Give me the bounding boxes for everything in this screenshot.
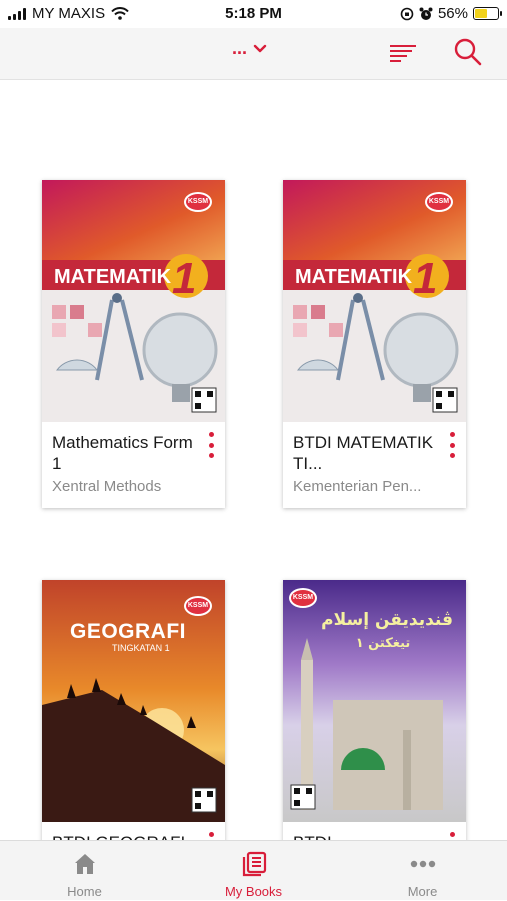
cover-title: MATEMATIK xyxy=(295,266,413,288)
alarm-icon xyxy=(419,7,433,20)
book-info: BTDI GEOGRAFI xyxy=(42,822,225,840)
kebab-menu-icon[interactable] xyxy=(207,832,215,840)
battery-icon xyxy=(473,7,502,20)
my-books-icon xyxy=(242,851,267,877)
kebab-menu-icon[interactable] xyxy=(448,832,456,840)
book-cover[interactable]: KSSM ڤنديديقن إسلام تيغكتن ١ xyxy=(283,580,466,822)
book-cover[interactable]: KSSM GEOGRAFI TINGKATAN 1 xyxy=(42,580,225,822)
collection-title: ... xyxy=(232,38,248,58)
tab-more[interactable]: More xyxy=(338,841,507,901)
home-icon xyxy=(75,854,95,874)
book-title: BTDI xyxy=(293,832,443,840)
book-cover[interactable]: KSSM MATEMATIK 1 xyxy=(283,180,466,422)
cover-art xyxy=(283,180,466,422)
book-title: Mathematics Form 1 xyxy=(52,433,193,473)
kssm-badge: KSSM xyxy=(289,588,317,608)
book-grid: KSSM MATEMATIK 1 Mathematics Form 1 Xent… xyxy=(0,80,507,840)
tab-home[interactable]: Home xyxy=(0,841,169,901)
cover-title: MATEMATIK xyxy=(54,266,172,288)
tab-label: My Books xyxy=(224,884,283,899)
book-info: BTDI xyxy=(283,822,466,840)
cover-number: 1 xyxy=(172,254,197,303)
kebab-menu-icon[interactable] xyxy=(207,432,215,458)
status-bar: MY MAXIS 5:18 PM 56% xyxy=(0,0,507,28)
kssm-badge: KSSM xyxy=(184,192,212,212)
book-title: BTDI GEOGRAFI xyxy=(52,832,202,840)
book-cover[interactable]: KSSM MATEMATIK 1 xyxy=(42,180,225,422)
cover-subtitle: TINGKATAN 1 xyxy=(112,643,170,653)
book-card[interactable]: KSSM MATEMATIK 1 Mathematics Form 1 Xent… xyxy=(42,180,225,508)
collection-dropdown[interactable]: ... xyxy=(232,38,267,59)
kssm-badge: KSSM xyxy=(425,192,453,212)
book-author: Kementerian Pen... xyxy=(293,478,422,495)
kssm-badge: KSSM xyxy=(184,596,212,616)
battery-percent: 56% xyxy=(437,5,468,22)
tab-label: Home xyxy=(67,884,102,899)
cover-subtitle: تيغكتن ١ xyxy=(355,636,411,651)
book-info: BTDI MATEMATIK TI... Kementerian Pen... xyxy=(283,422,466,508)
cover-title: GEOGRAFI xyxy=(70,620,187,643)
sort-icon[interactable] xyxy=(388,40,418,66)
book-title: BTDI MATEMATIK TI... xyxy=(293,433,434,473)
battery-fill xyxy=(475,9,487,18)
book-author: Xentral Methods xyxy=(52,478,162,495)
tab-bar: Home My Books More xyxy=(0,840,507,900)
book-info: Mathematics Form 1 Xentral Methods xyxy=(42,422,225,508)
cover-art xyxy=(42,180,225,422)
orientation-lock-icon xyxy=(400,7,414,20)
book-card[interactable]: KSSM GEOGRAFI TINGKATAN 1 BTDI GEOGRAFI xyxy=(42,580,225,840)
tab-my-books[interactable]: My Books xyxy=(169,841,338,901)
kebab-menu-icon[interactable] xyxy=(448,432,456,458)
app-header: ... xyxy=(0,28,507,80)
book-card[interactable]: KSSM ڤنديديقن إسلام تيغكتن ١ BTDI xyxy=(283,580,466,840)
more-icon xyxy=(410,860,436,868)
cover-number: 1 xyxy=(413,254,438,303)
cover-title: ڤنديديقن إسلام xyxy=(321,610,453,630)
cover-art xyxy=(42,580,225,822)
chevron-down-icon xyxy=(253,44,267,52)
search-icon[interactable] xyxy=(453,37,483,67)
book-card[interactable]: KSSM MATEMATIK 1 BTDI MATEMATIK TI... Ke… xyxy=(283,180,466,508)
tab-label: More xyxy=(407,884,438,899)
